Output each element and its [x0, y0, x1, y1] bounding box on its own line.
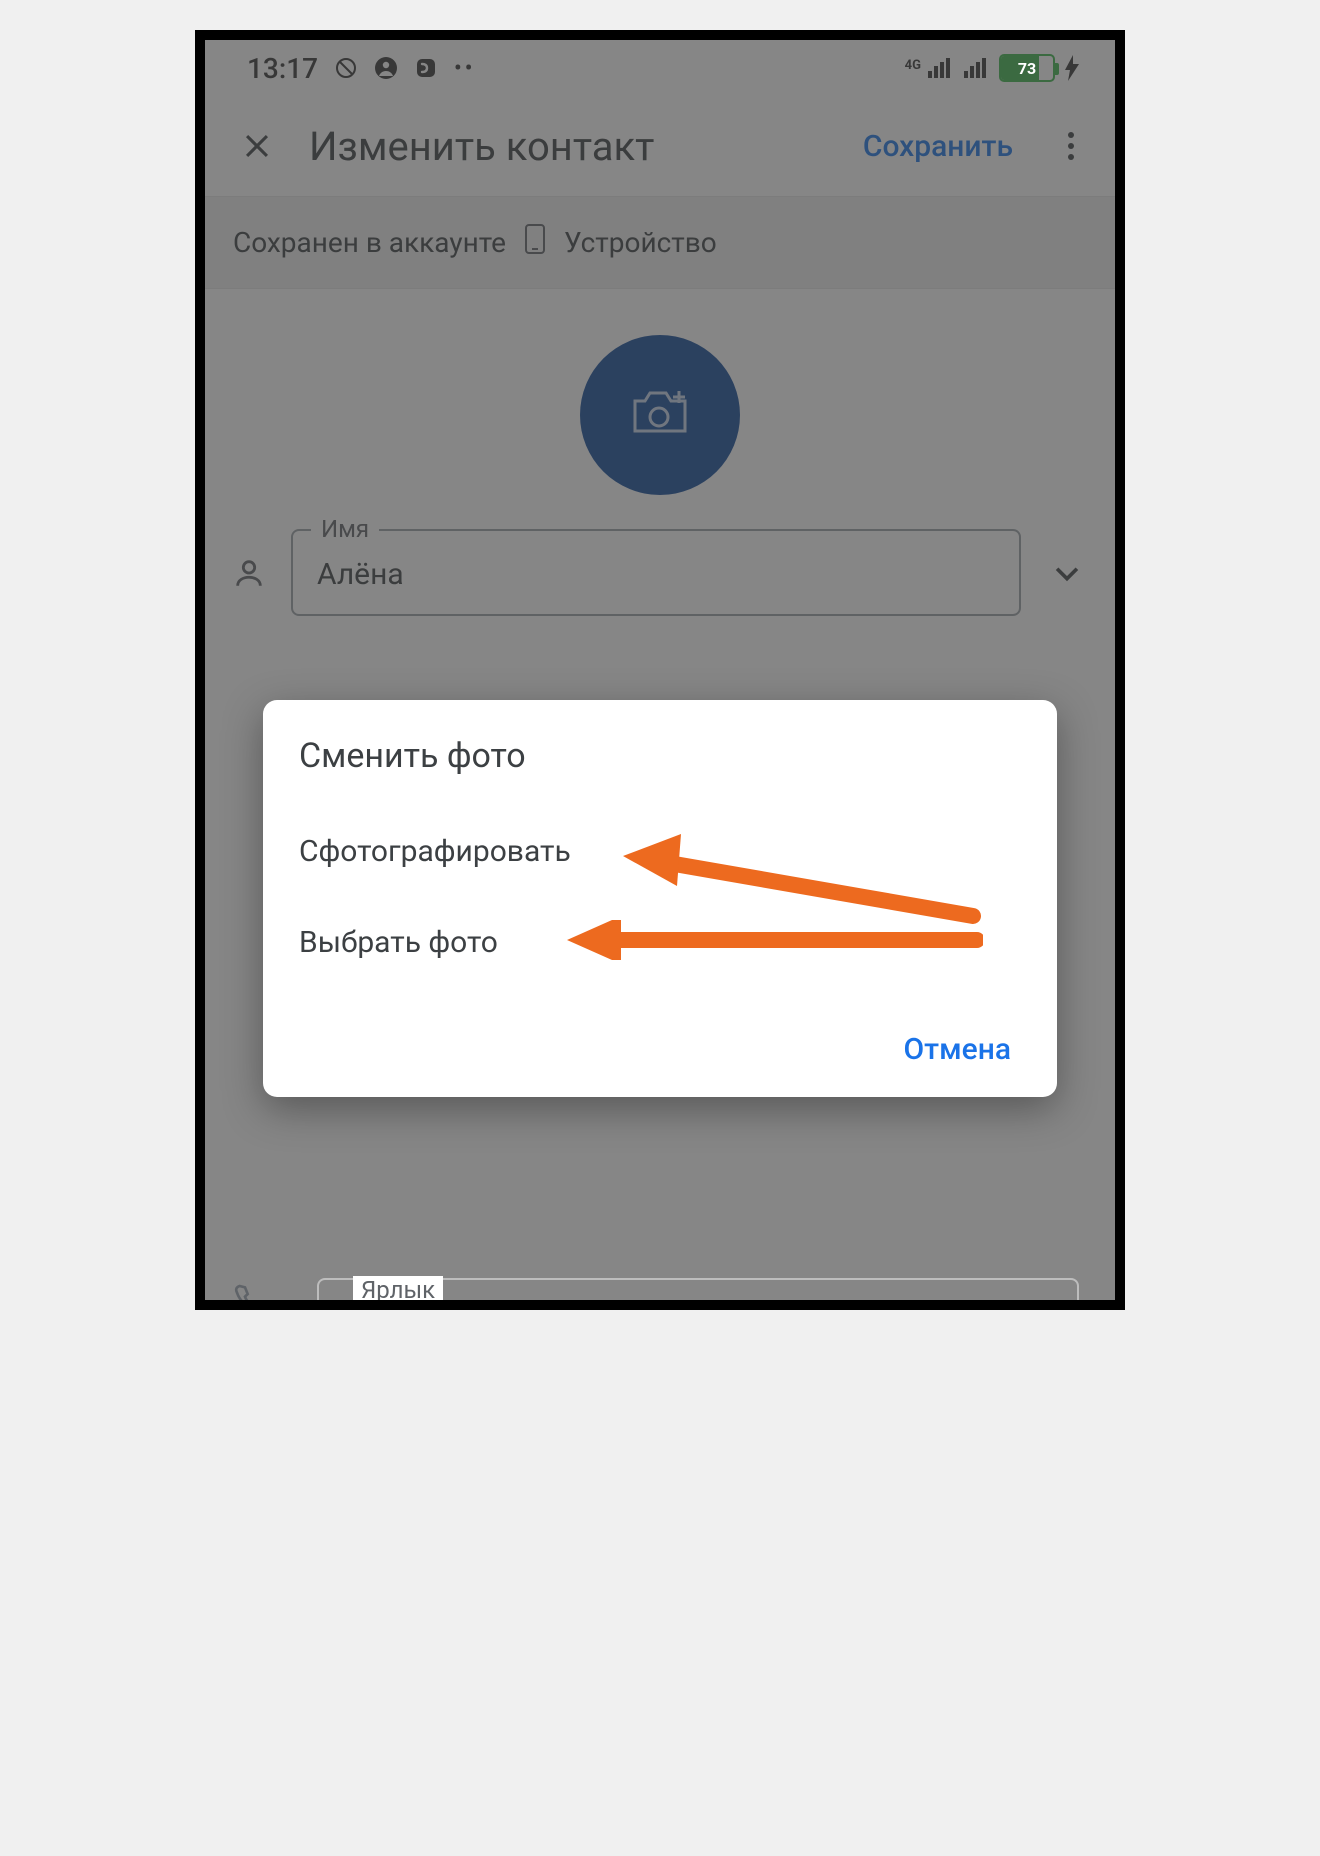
phone-icon	[233, 1282, 265, 1310]
battery-percent: 73	[1018, 59, 1036, 78]
modal-scrim[interactable]	[205, 40, 1115, 1300]
dialog-title: Сменить фото	[299, 736, 1021, 776]
take-photo-option[interactable]: Сфотографировать	[299, 820, 1021, 883]
change-photo-dialog: Сменить фото Сфотографировать Выбрать фо…	[263, 700, 1057, 1097]
cancel-button[interactable]: Отмена	[894, 1024, 1021, 1075]
label-field-label: Ярлык	[353, 1276, 443, 1304]
device-frame: 13:17 •• 4G 73	[195, 30, 1125, 1310]
choose-photo-option[interactable]: Выбрать фото	[299, 911, 1021, 974]
dialog-actions: Отмена	[299, 1002, 1021, 1075]
